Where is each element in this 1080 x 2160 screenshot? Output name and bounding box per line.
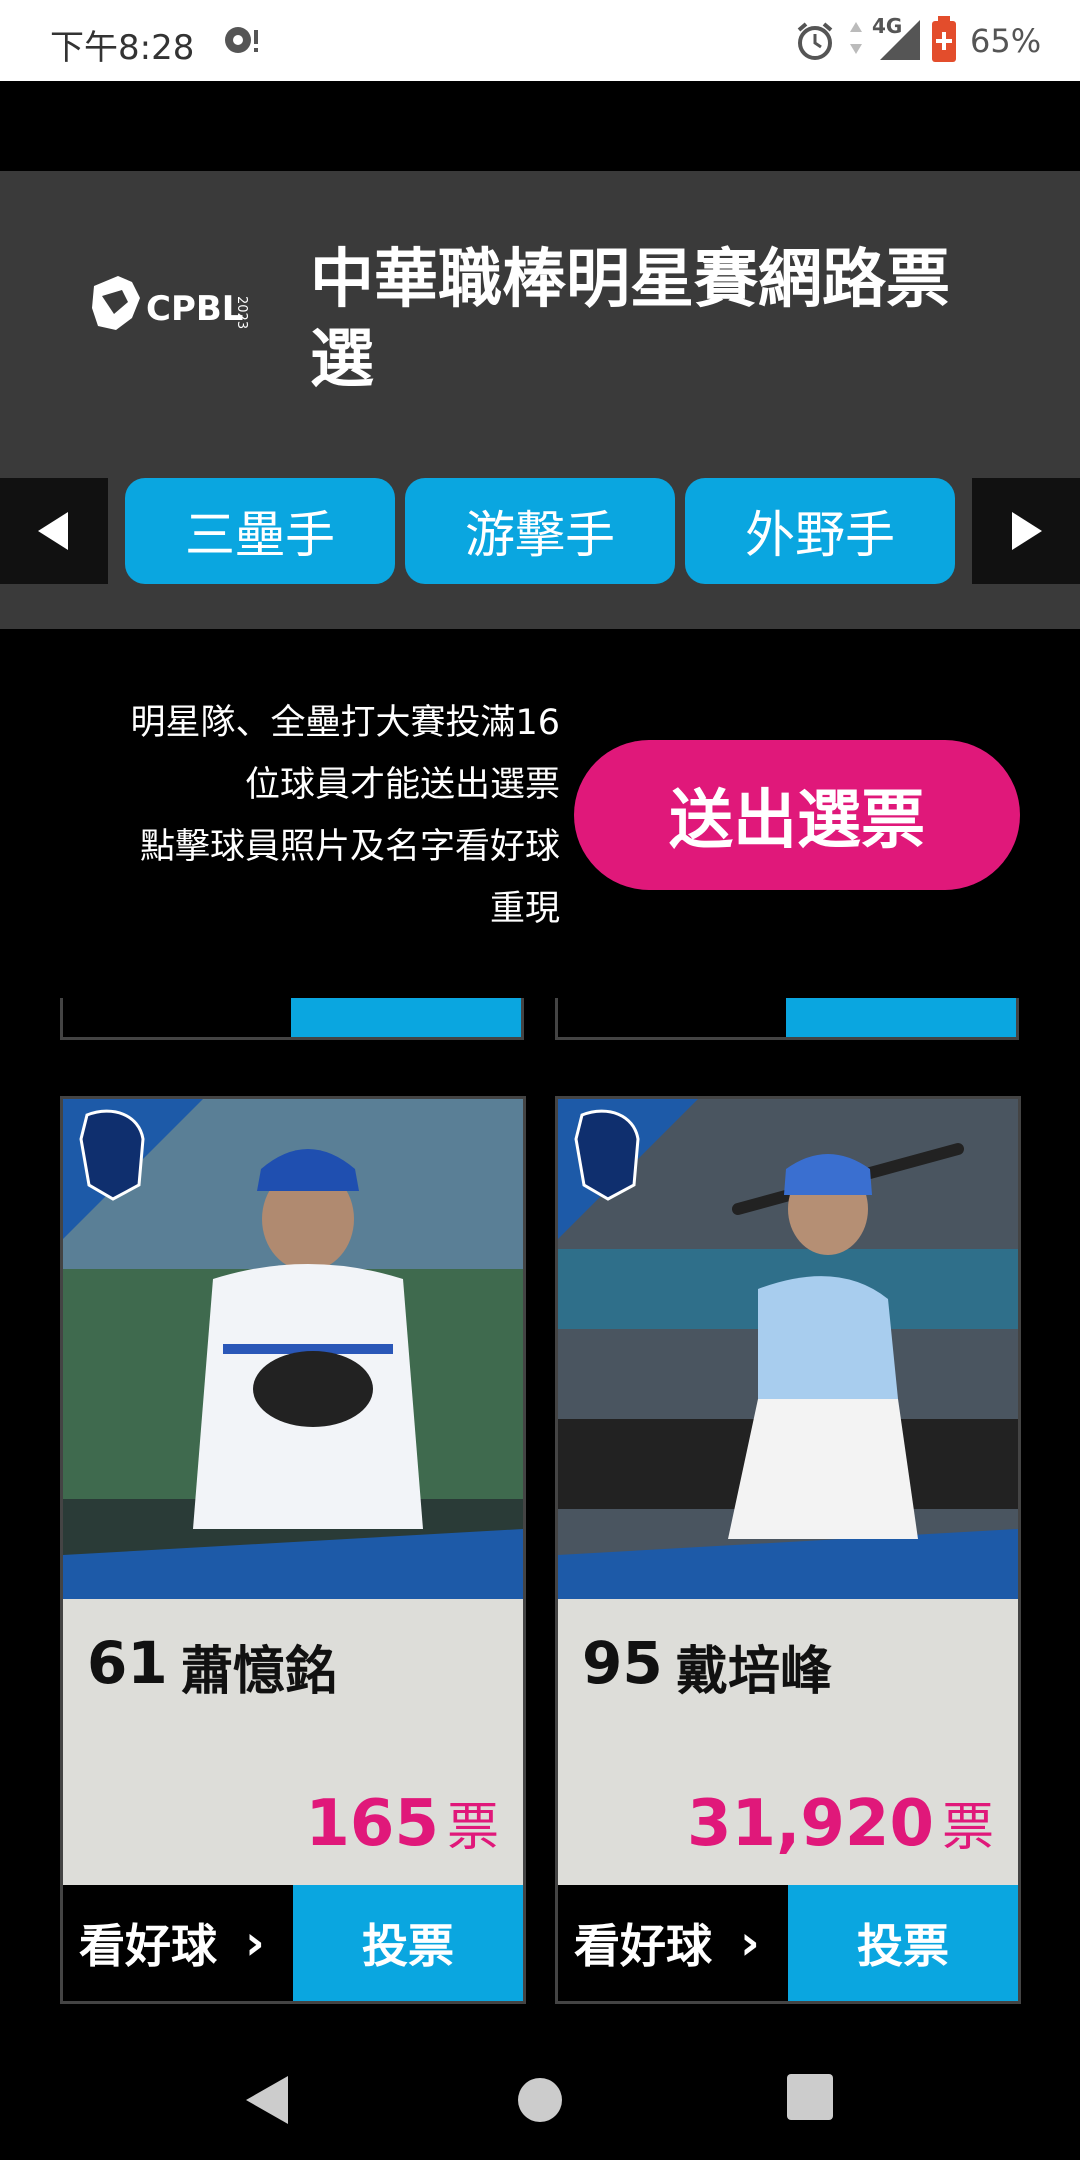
partial-vote-button[interactable] <box>291 998 521 1037</box>
nav-home-icon[interactable] <box>516 2070 564 2130</box>
tab-third-base[interactable]: 三壘手 <box>125 478 395 584</box>
alarm-icon <box>797 22 833 60</box>
vote-count-value: 165 <box>305 1787 439 1861</box>
vote-unit: 票 <box>446 1798 499 1858</box>
watch-replay-button[interactable]: 看好球 › <box>558 1885 788 2001</box>
vote-count-value: 31,920 <box>687 1787 934 1861</box>
notice-line: 明星隊、全壘打大賽投滿16 <box>130 703 560 743</box>
battery-percent: 65% <box>970 22 1042 60</box>
vote-button[interactable]: 投票 <box>788 1885 1018 2001</box>
player-photo-image <box>558 1099 1018 1599</box>
page-title: 中華職棒明星賽網路票選 <box>310 243 950 397</box>
status-bar: 下午8:28 4G 65% <box>0 0 1080 81</box>
vote-unit: 票 <box>941 1798 994 1858</box>
player-card: 61 蕭憶銘 165 票 看好球 › 投票 <box>60 1096 526 2004</box>
watch-replay-button[interactable]: 看好球 › <box>63 1885 293 2001</box>
player-card: 95 戴培峰 31,920 票 看好球 › 投票 <box>555 1096 1021 2004</box>
system-nav-bar <box>0 2040 1080 2160</box>
tabs-next-button[interactable] <box>972 478 1080 584</box>
vote-button[interactable]: 投票 <box>293 1885 523 2001</box>
vote-count: 165 票 <box>305 1785 499 1861</box>
player-number: 95 <box>582 1629 663 1697</box>
player-photo[interactable] <box>558 1099 1018 1599</box>
partial-card <box>60 998 524 1040</box>
vote-notice: 明星隊、全壘打大賽投滿16 位球員才能送出選票 點擊球員照片及名字看好球 重現 <box>70 692 560 940</box>
replay-label: 看好球 <box>574 1919 712 1973</box>
submit-votes-button[interactable]: 送出選票 <box>574 740 1020 890</box>
player-photo[interactable] <box>63 1099 523 1599</box>
player-name[interactable]: 蕭憶銘 <box>181 1629 337 1704</box>
notice-line: 重現 <box>489 889 560 929</box>
player-photo-image <box>63 1099 523 1599</box>
battery-icon <box>932 16 956 62</box>
replay-label: 看好球 <box>79 1919 217 1973</box>
vote-count: 31,920 票 <box>687 1785 994 1861</box>
cast-icon <box>225 27 258 53</box>
data-arrows-icon <box>850 22 862 54</box>
chevron-right-icon: › <box>245 1915 265 1971</box>
chevron-right-icon: › <box>740 1915 760 1971</box>
svg-text:CPBL: CPBL <box>146 289 243 329</box>
nav-back-icon[interactable] <box>240 2070 300 2130</box>
nav-recent-icon[interactable] <box>785 2072 835 2122</box>
player-info[interactable]: 61 蕭憶銘 165 票 <box>63 1599 523 1885</box>
partial-vote-button[interactable] <box>786 998 1016 1037</box>
svg-text:2023: 2023 <box>234 296 249 329</box>
app-top-bar <box>0 81 1080 171</box>
partial-card <box>555 998 1019 1040</box>
notice-line: 點擊球員照片及名字看好球 <box>139 827 560 867</box>
player-number: 61 <box>87 1629 168 1697</box>
cpbl-logo: CPBL 2023 <box>92 276 249 330</box>
tab-outfield[interactable]: 外野手 <box>685 478 955 584</box>
player-info[interactable]: 95 戴培峰 31,920 票 <box>558 1599 1018 1885</box>
player-name[interactable]: 戴培峰 <box>676 1629 832 1704</box>
tab-shortstop[interactable]: 游擊手 <box>405 478 675 584</box>
arrow-left-icon <box>38 512 68 550</box>
signal-icon <box>880 20 920 60</box>
arrow-right-icon <box>1012 512 1042 550</box>
status-time: 下午8:28 <box>50 28 195 68</box>
notice-line: 位球員才能送出選票 <box>244 765 560 805</box>
tabs-prev-button[interactable] <box>0 478 108 584</box>
